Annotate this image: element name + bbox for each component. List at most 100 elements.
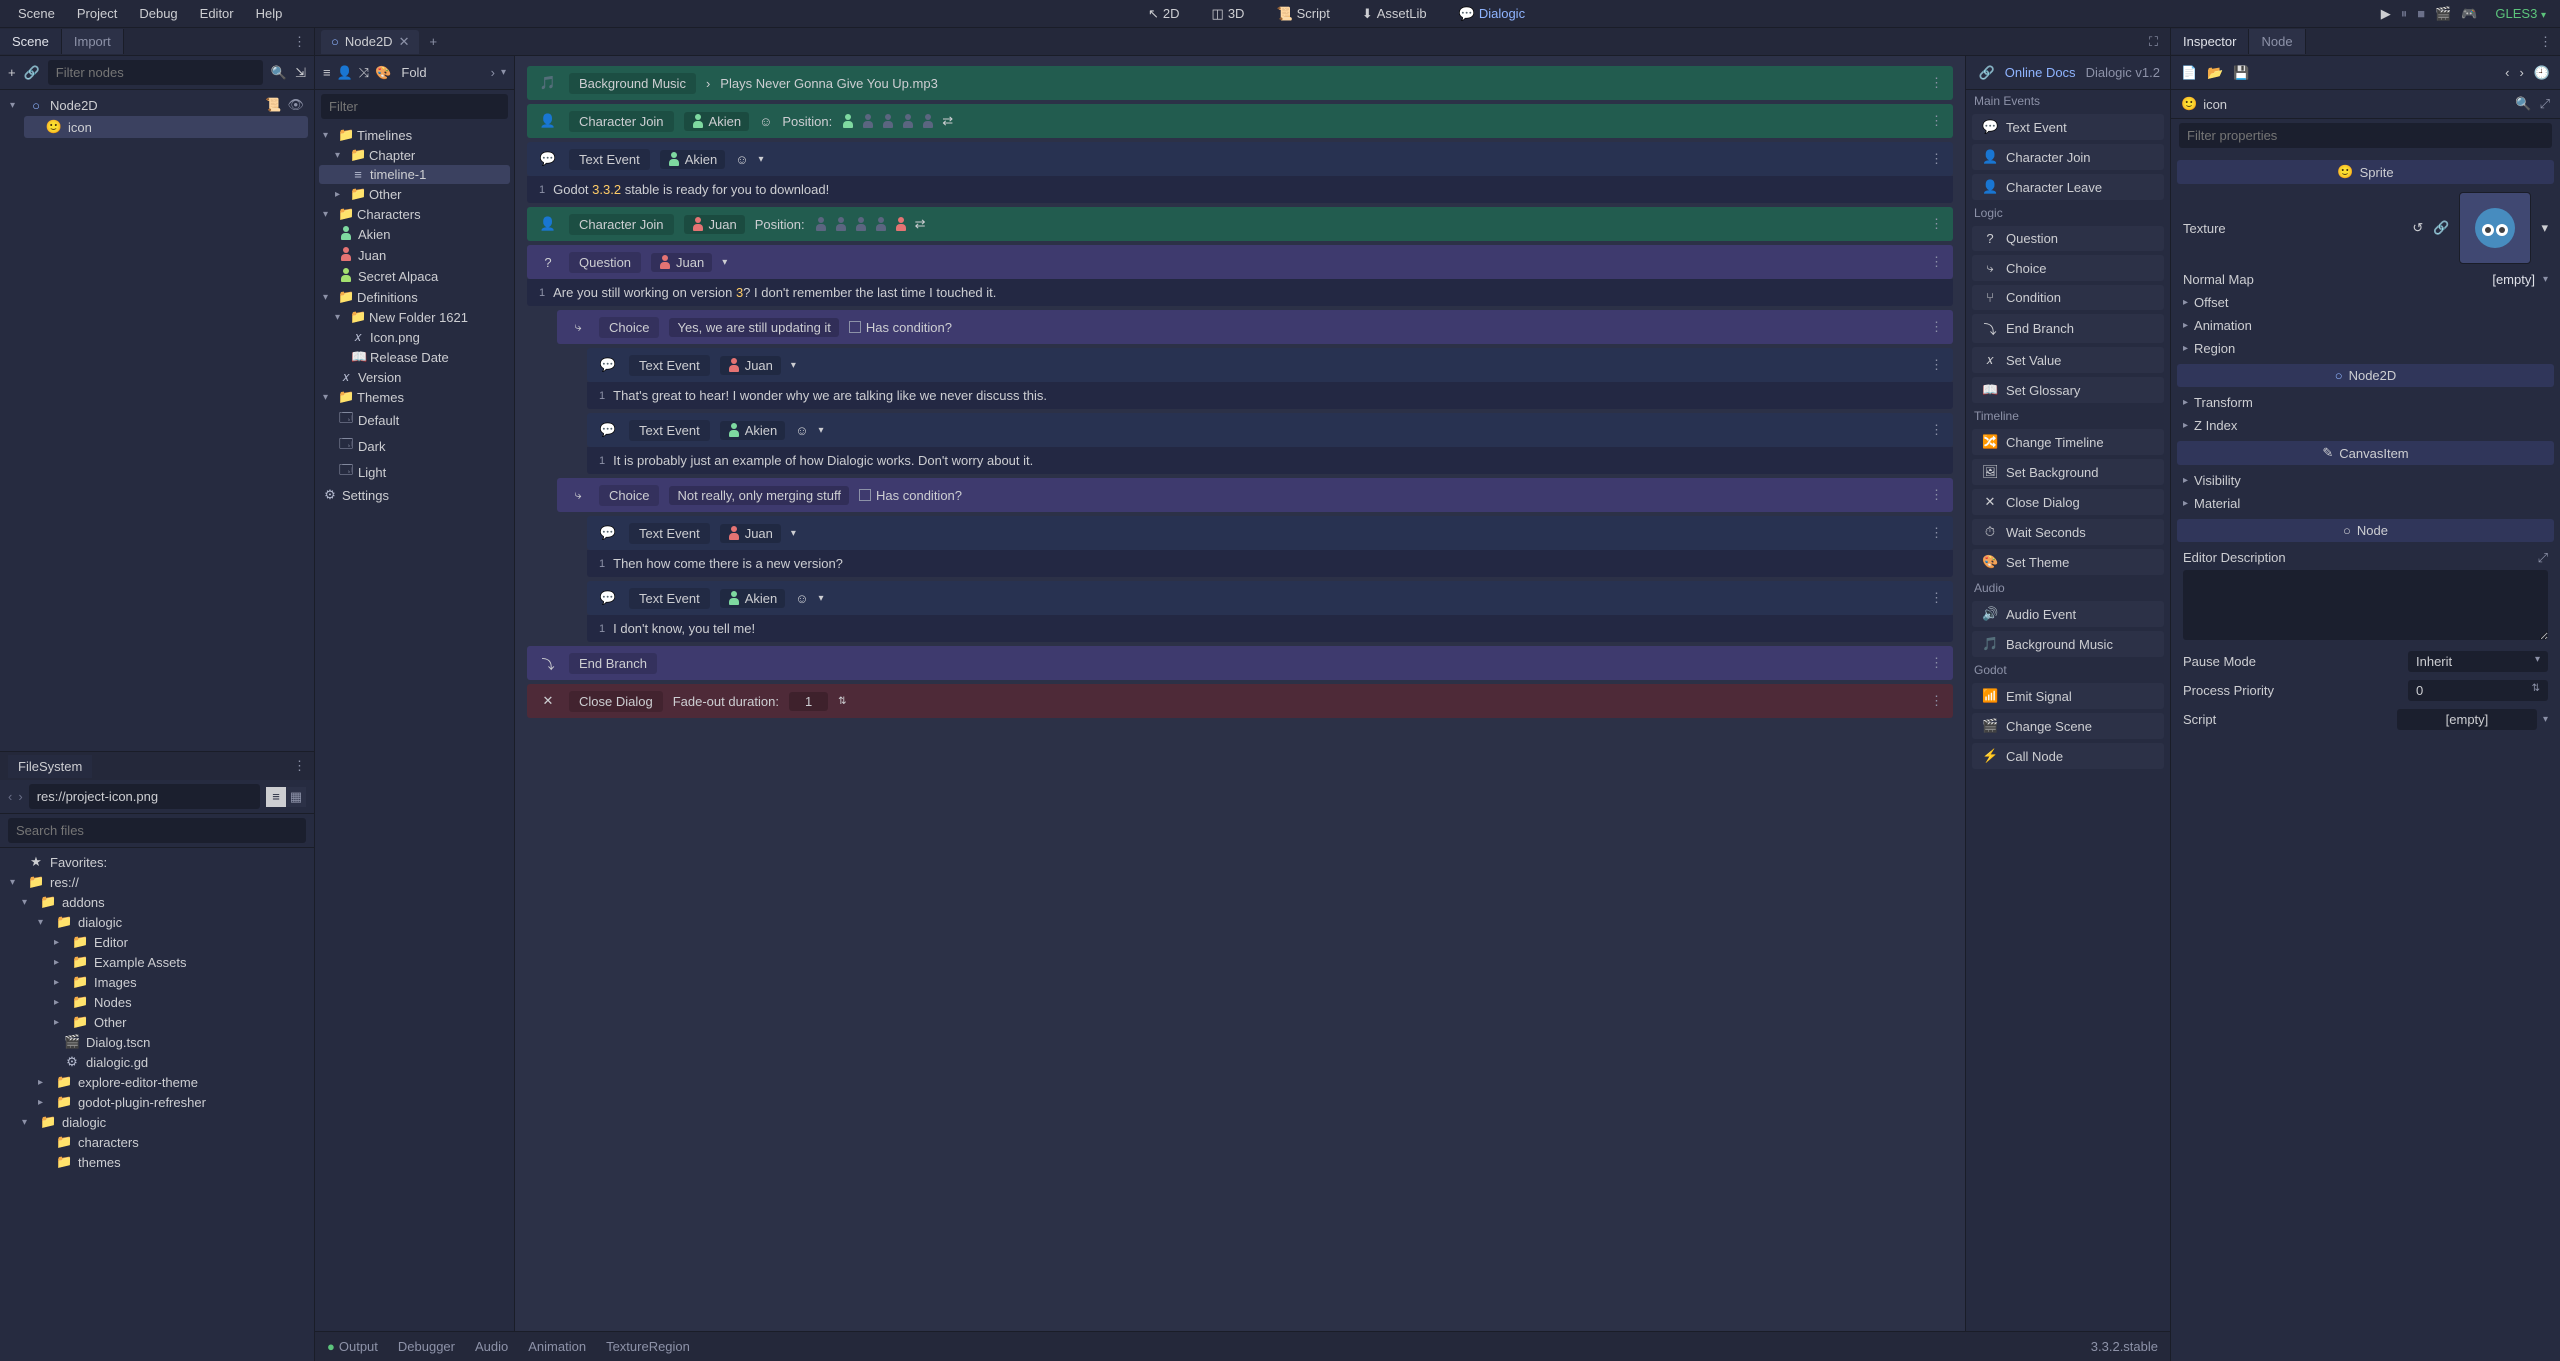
dlt-timelines[interactable]: ▾📁Timelines bbox=[319, 125, 510, 145]
load-resource-icon[interactable]: 📂 bbox=[2207, 65, 2223, 81]
fs-dialog-tscn[interactable]: 🎬Dialog.tscn bbox=[6, 1032, 308, 1052]
view-list-icon[interactable]: ≡ bbox=[266, 787, 286, 807]
mode-3d[interactable]: ◫3D bbox=[1204, 2, 1253, 26]
evt-choice-1[interactable]: ⤷ Choice Yes, we are still updating it H… bbox=[557, 310, 1953, 344]
fs-characters[interactable]: 📁characters bbox=[6, 1132, 308, 1152]
chevron-down-icon[interactable]: ▾ bbox=[722, 257, 727, 268]
evt-char-join-akien[interactable]: 👤 Character Join Akien ☺ Position: bbox=[527, 104, 1953, 138]
btn-char-leave[interactable]: 👤Character Leave bbox=[1972, 174, 2164, 200]
dlt-version[interactable]: 𝑥Version bbox=[319, 367, 510, 387]
spinner-icon[interactable]: ⇅ bbox=[838, 696, 846, 707]
filesystem-options-icon[interactable]: ⋮ bbox=[293, 758, 306, 774]
script-value[interactable]: [empty] bbox=[2397, 709, 2537, 730]
evt-question-body[interactable]: 1Are you still working on version 3? I d… bbox=[527, 279, 1953, 306]
expand-icon[interactable]: ⤢ bbox=[2538, 550, 2548, 566]
history-back-icon[interactable]: ‹ bbox=[2505, 65, 2509, 81]
evt-options-icon[interactable]: ⋮ bbox=[1930, 693, 1943, 709]
bottom-animation[interactable]: Animation bbox=[528, 1339, 586, 1354]
portrait-icon[interactable]: ☺ bbox=[795, 591, 808, 606]
evt-text-akien-3[interactable]: 💬 Text Event Akien ☺ ▾ ⋮ bbox=[587, 581, 1953, 615]
chevron-right-icon[interactable]: › bbox=[491, 65, 495, 80]
dlt-iconpng[interactable]: 𝑥Icon.png bbox=[319, 327, 510, 347]
evt-text-body[interactable]: 1Then how come there is a new version? bbox=[587, 550, 1953, 577]
fs-favorites[interactable]: ★Favorites: bbox=[6, 852, 308, 872]
dock-options-icon[interactable]: ⋮ bbox=[2531, 34, 2560, 50]
evt-options-icon[interactable]: ⋮ bbox=[1930, 75, 1943, 91]
nav-back-icon[interactable]: ‹ bbox=[8, 789, 12, 804]
evt-text-akien-2[interactable]: 💬 Text Event Akien ☺ ▾ ⋮ bbox=[587, 413, 1953, 447]
mode-dialogic[interactable]: 💬Dialogic bbox=[1451, 2, 1533, 26]
link-icon[interactable]: 🔗 bbox=[2433, 220, 2449, 236]
distraction-free-icon[interactable]: ⛶ bbox=[2143, 34, 2164, 50]
btn-audio-event[interactable]: 🔊Audio Event bbox=[1972, 601, 2164, 627]
tab-import[interactable]: Import bbox=[62, 29, 124, 54]
dlt-releasedate[interactable]: 📖Release Date bbox=[319, 347, 510, 367]
stop-icon[interactable]: ■ bbox=[2417, 6, 2425, 22]
inspector-filter-input[interactable] bbox=[2179, 123, 2552, 148]
evt-text-body[interactable]: 1That's great to hear! I wonder why we a… bbox=[587, 382, 1953, 409]
evt-char-join-juan[interactable]: 👤 Character Join Juan Position: ⇄ bbox=[527, 207, 1953, 241]
menu-scene[interactable]: Scene bbox=[8, 2, 65, 25]
scene-tab-node2d[interactable]: ○ Node2D ✕ bbox=[321, 30, 419, 54]
chevron-down-icon[interactable]: ▾ bbox=[791, 360, 796, 371]
dlt-characters[interactable]: ▾📁Characters bbox=[319, 204, 510, 224]
class-canvasitem[interactable]: ✎CanvasItem bbox=[2177, 441, 2554, 465]
palette-icon[interactable]: 🎨 bbox=[375, 65, 391, 81]
class-sprite[interactable]: 🙂Sprite bbox=[2177, 160, 2554, 184]
close-tab-icon[interactable]: ✕ bbox=[399, 34, 410, 50]
chevron-down-icon[interactable]: ▾ bbox=[791, 528, 796, 539]
tab-inspector[interactable]: Inspector bbox=[2171, 29, 2249, 54]
section-material[interactable]: ▸Material bbox=[2177, 492, 2554, 515]
menu-project[interactable]: Project bbox=[67, 2, 127, 25]
search-icon[interactable]: 🔍 bbox=[271, 65, 287, 81]
dlt-dark[interactable]: 🗔Dark bbox=[319, 433, 510, 459]
mode-assetlib[interactable]: ⬇AssetLib bbox=[1354, 2, 1435, 26]
btn-change-timeline[interactable]: 🔀Change Timeline bbox=[1972, 429, 2164, 455]
visibility-icon[interactable]: 👁 bbox=[287, 97, 304, 113]
fs-editor[interactable]: ▸📁Editor bbox=[6, 932, 308, 952]
tab-scene[interactable]: Scene bbox=[0, 29, 62, 54]
play-icon[interactable]: ▶ bbox=[2381, 6, 2391, 22]
bottom-debugger[interactable]: Debugger bbox=[398, 1339, 455, 1354]
chevron-down-icon[interactable]: ▾ bbox=[501, 67, 506, 78]
chevron-down-icon[interactable]: ▾ bbox=[759, 154, 764, 165]
menu-editor[interactable]: Editor bbox=[190, 2, 244, 25]
evt-options-icon[interactable]: ⋮ bbox=[1930, 113, 1943, 129]
filesystem-search-input[interactable] bbox=[8, 818, 306, 843]
evt-options-icon[interactable]: ⋮ bbox=[1930, 319, 1943, 335]
dlt-alpaca[interactable]: Secret Alpaca bbox=[319, 266, 510, 287]
fs-addons[interactable]: ▾📁addons bbox=[6, 892, 308, 912]
dlt-default[interactable]: 🗔Default bbox=[319, 407, 510, 433]
dlt-chapter[interactable]: ▾📁Chapter bbox=[319, 145, 510, 165]
bottom-texregion[interactable]: TextureRegion bbox=[606, 1339, 690, 1354]
evt-options-icon[interactable]: ⋮ bbox=[1930, 357, 1943, 373]
evt-text-juan-2[interactable]: 💬 Text Event Juan ▾ ⋮ bbox=[587, 516, 1953, 550]
add-node-icon[interactable]: + bbox=[8, 65, 16, 80]
dlt-settings[interactable]: ⚙Settings bbox=[319, 485, 510, 505]
scene-root-node[interactable]: ▾ ○ Node2D 📜👁 bbox=[6, 94, 308, 116]
btn-set-theme[interactable]: 🎨Set Theme bbox=[1972, 549, 2164, 575]
btn-condition[interactable]: ⑂Condition bbox=[1972, 285, 2164, 310]
menu-debug[interactable]: Debug bbox=[129, 2, 187, 25]
section-animation[interactable]: ▸Animation bbox=[2177, 314, 2554, 337]
dlt-timeline1[interactable]: ≡timeline-1 bbox=[319, 165, 510, 184]
evt-question[interactable]: ? Question Juan ▾ ⋮ bbox=[527, 245, 1953, 279]
portrait-icon[interactable]: ☺ bbox=[795, 423, 808, 438]
dlt-juan[interactable]: Juan bbox=[319, 245, 510, 266]
evt-options-icon[interactable]: ⋮ bbox=[1930, 655, 1943, 671]
fs-dialogic[interactable]: ▾📁dialogic bbox=[6, 912, 308, 932]
flip-icon[interactable]: ⇄ bbox=[942, 113, 953, 129]
btn-question[interactable]: ?Question bbox=[1972, 226, 2164, 251]
evt-text-body[interactable]: 1I don't know, you tell me! bbox=[587, 615, 1953, 642]
add-tab-icon[interactable]: + bbox=[419, 34, 447, 49]
pause-icon[interactable]: ⏸ bbox=[2401, 6, 2408, 22]
section-offset[interactable]: ▸Offset bbox=[2177, 291, 2554, 314]
btn-call-node[interactable]: ⚡Call Node bbox=[1972, 743, 2164, 769]
scene-icon-node[interactable]: 🙂 icon bbox=[24, 116, 308, 138]
menu-help[interactable]: Help bbox=[246, 2, 293, 25]
collapse-icon[interactable]: ⇲ bbox=[295, 65, 306, 81]
portrait-icon[interactable]: ☺ bbox=[735, 152, 748, 167]
btn-choice[interactable]: ⤷Choice bbox=[1972, 255, 2164, 281]
evt-options-icon[interactable]: ⋮ bbox=[1930, 590, 1943, 606]
fs-explore[interactable]: ▸📁explore-editor-theme bbox=[6, 1072, 308, 1092]
